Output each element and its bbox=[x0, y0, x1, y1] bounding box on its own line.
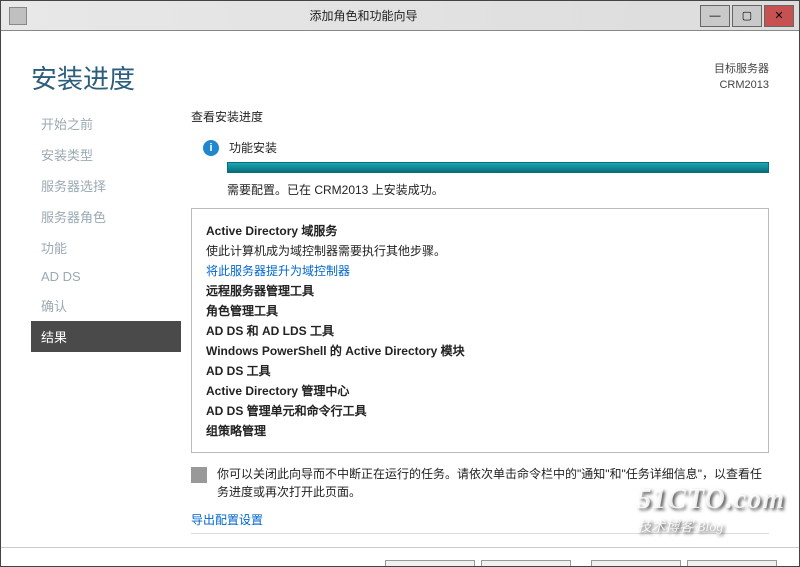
result-line: AD DS 工具 bbox=[206, 362, 754, 379]
main-panel: 查看安装进度 i 功能安装 需要配置。已在 CRM2013 上安装成功。 Act… bbox=[181, 108, 779, 547]
app-icon bbox=[9, 7, 27, 25]
body: 开始之前 安装类型 服务器选择 服务器角色 功能 AD DS 确认 结果 查看安… bbox=[1, 108, 799, 547]
result-line: 组策略管理 bbox=[206, 422, 754, 439]
target-info: 目标服务器 CRM2013 bbox=[714, 62, 769, 93]
sidebar: 开始之前 安装类型 服务器选择 服务器角色 功能 AD DS 确认 结果 bbox=[1, 108, 181, 547]
minimize-button[interactable]: — bbox=[700, 5, 730, 27]
flag-icon bbox=[191, 467, 207, 483]
result-line: 使此计算机成为域控制器需要执行其他步骤。 bbox=[206, 242, 754, 259]
target-label: 目标服务器 bbox=[714, 62, 769, 77]
close-window-button[interactable]: ✕ bbox=[764, 5, 794, 27]
sidebar-item-results[interactable]: 结果 bbox=[31, 321, 181, 352]
cancel-button[interactable]: 取消 bbox=[687, 560, 777, 567]
note-text: 你可以关闭此向导而不中断正在运行的任务。请依次单击命令栏中的"通知"和"任务详细… bbox=[217, 465, 769, 501]
footer: < 上一步(P) 下一步(N) > 关闭 取消 bbox=[1, 547, 799, 567]
result-line: 远程服务器管理工具 bbox=[206, 282, 754, 299]
divider bbox=[191, 533, 769, 534]
prev-button[interactable]: < 上一步(P) bbox=[385, 560, 475, 567]
next-button[interactable]: 下一步(N) > bbox=[481, 560, 571, 567]
titlebar: 添加角色和功能向导 — ▢ ✕ bbox=[1, 1, 799, 31]
sidebar-item-adds: AD DS bbox=[31, 263, 181, 290]
note-row: 你可以关闭此向导而不中断正在运行的任务。请依次单击命令栏中的"通知"和"任务详细… bbox=[191, 465, 769, 501]
result-line: Active Directory 管理中心 bbox=[206, 382, 754, 399]
target-server: CRM2013 bbox=[714, 78, 769, 93]
close-button[interactable]: 关闭 bbox=[591, 560, 681, 567]
window-title: 添加角色和功能向导 bbox=[27, 7, 700, 24]
info-title: 功能安装 bbox=[229, 139, 277, 156]
wizard-window: 添加角色和功能向导 — ▢ ✕ 安装进度 目标服务器 CRM2013 开始之前 … bbox=[0, 0, 800, 567]
sidebar-item-before: 开始之前 bbox=[31, 108, 181, 139]
results-box: Active Directory 域服务 使此计算机成为域控制器需要执行其他步骤… bbox=[191, 208, 769, 453]
info-icon: i bbox=[203, 140, 219, 156]
progress-bar bbox=[227, 162, 769, 173]
result-line: Active Directory 域服务 bbox=[206, 222, 754, 239]
promote-dc-link[interactable]: 将此服务器提升为域控制器 bbox=[206, 262, 754, 279]
result-line: AD DS 和 AD LDS 工具 bbox=[206, 322, 754, 339]
result-line: AD DS 管理单元和命令行工具 bbox=[206, 402, 754, 419]
header: 安装进度 目标服务器 CRM2013 bbox=[1, 31, 799, 108]
sidebar-item-features: 功能 bbox=[31, 232, 181, 263]
content: 安装进度 目标服务器 CRM2013 开始之前 安装类型 服务器选择 服务器角色… bbox=[1, 31, 799, 567]
result-line: 角色管理工具 bbox=[206, 302, 754, 319]
maximize-button[interactable]: ▢ bbox=[732, 5, 762, 27]
export-config-link[interactable]: 导出配置设置 bbox=[191, 511, 769, 528]
sidebar-item-confirm: 确认 bbox=[31, 290, 181, 321]
sidebar-item-installtype: 安装类型 bbox=[31, 139, 181, 170]
sidebar-item-serverroles: 服务器角色 bbox=[31, 201, 181, 232]
result-line: Windows PowerShell 的 Active Directory 模块 bbox=[206, 342, 754, 359]
status-text: 需要配置。已在 CRM2013 上安装成功。 bbox=[227, 181, 769, 198]
info-row: i 功能安装 bbox=[203, 139, 769, 156]
section-label: 查看安装进度 bbox=[191, 108, 769, 125]
page-title: 安装进度 bbox=[31, 59, 714, 96]
sidebar-item-serverselect: 服务器选择 bbox=[31, 170, 181, 201]
